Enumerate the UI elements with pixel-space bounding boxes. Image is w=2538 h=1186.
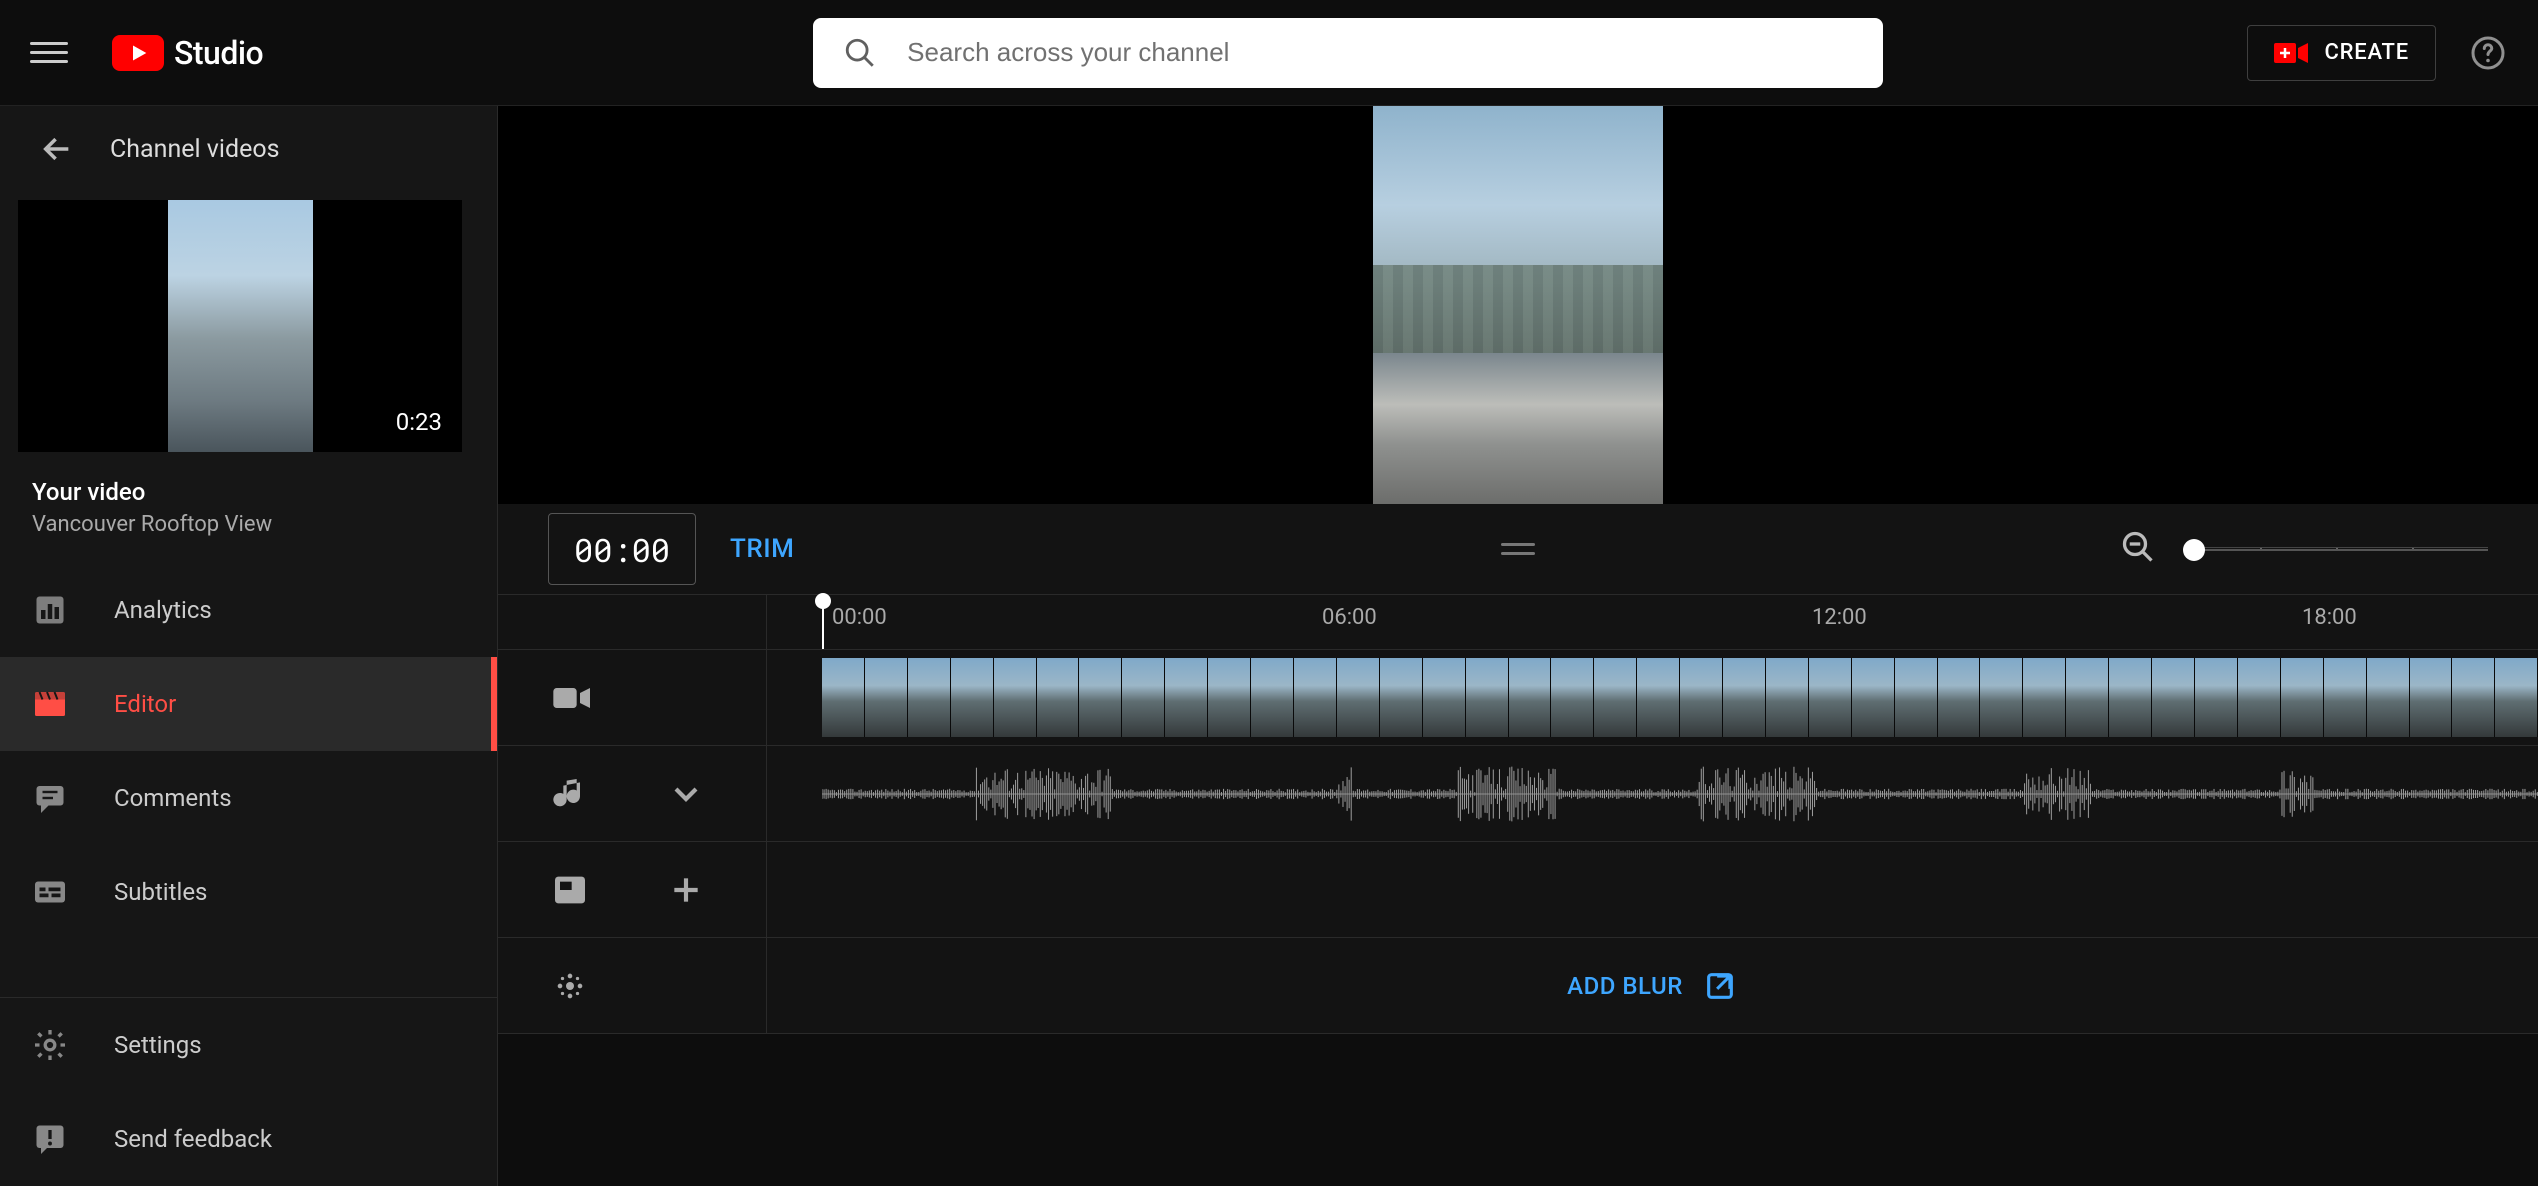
ruler-tick: 06:00 xyxy=(1322,605,1377,630)
zoom-slider[interactable] xyxy=(2184,547,2488,551)
track-head-blur xyxy=(498,938,766,1034)
search-icon xyxy=(843,36,877,70)
breadcrumb[interactable]: Channel videos xyxy=(0,106,497,192)
sidebar-item-comments[interactable]: Comments xyxy=(0,751,497,845)
track-head-endscreen xyxy=(498,842,766,938)
sidebar: Channel videos 0:23 Your video Vancouver… xyxy=(0,106,498,1186)
sidebar-item-analytics[interactable]: Analytics xyxy=(0,563,497,657)
timeline: 00:00 06:00 12:00 18:00 xyxy=(498,594,2538,1034)
create-button[interactable]: CREATE xyxy=(2247,25,2436,81)
video-thumbnail[interactable]: 0:23 xyxy=(18,200,462,452)
playhead[interactable] xyxy=(822,595,824,649)
video-track[interactable] xyxy=(766,650,2538,746)
endscreen-track[interactable] xyxy=(766,842,2538,938)
settings-icon xyxy=(32,1027,68,1063)
create-label: CREATE xyxy=(2324,40,2409,65)
trim-button[interactable]: TRIM xyxy=(730,534,794,564)
feedback-icon xyxy=(32,1121,68,1157)
search-bar[interactable] xyxy=(813,18,1883,88)
waveform xyxy=(822,759,2538,829)
sidebar-item-subtitles[interactable]: Subtitles xyxy=(0,845,497,939)
sidebar-item-feedback[interactable]: Send feedback xyxy=(0,1092,497,1186)
sidebar-item-settings[interactable]: Settings xyxy=(0,998,497,1092)
editor-panel: 00:00 TRIM xyxy=(498,106,2538,1186)
video-title: Vancouver Rooftop View xyxy=(32,512,465,537)
audio-track-icon xyxy=(550,774,590,814)
thumbnail-image xyxy=(168,200,313,452)
ruler-tick: 00:00 xyxy=(832,605,887,630)
timecode-input[interactable]: 00:00 xyxy=(548,513,696,585)
add-blur-button[interactable]: ADD BLUR xyxy=(1567,972,1683,1000)
sidebar-item-label: Subtitles xyxy=(114,878,207,906)
audio-expand-button[interactable] xyxy=(666,774,706,814)
blur-track-icon xyxy=(550,966,590,1006)
menu-button[interactable] xyxy=(30,34,68,72)
help-button[interactable] xyxy=(2468,33,2508,73)
track-head-video xyxy=(498,650,766,746)
create-icon xyxy=(2274,40,2308,66)
track-head-audio xyxy=(498,746,766,842)
comments-icon xyxy=(32,780,68,816)
zoom-out-button[interactable] xyxy=(2120,529,2156,569)
audio-track[interactable] xyxy=(766,746,2538,842)
resize-handle-icon[interactable] xyxy=(1501,543,1535,555)
help-icon xyxy=(2470,35,2506,71)
external-link-icon[interactable] xyxy=(1703,969,1737,1003)
back-arrow-icon[interactable] xyxy=(40,132,74,166)
timeline-ruler[interactable]: 00:00 06:00 12:00 18:00 xyxy=(766,594,2538,650)
endscreen-add-button[interactable] xyxy=(666,870,706,910)
sidebar-item-label: Comments xyxy=(114,784,232,812)
sidebar-item-label: Settings xyxy=(114,1031,202,1059)
editor-icon xyxy=(32,686,68,722)
logo[interactable]: Studio xyxy=(112,34,263,72)
subtitles-icon xyxy=(32,874,68,910)
search-input[interactable] xyxy=(907,37,1853,68)
sidebar-item-label: Send feedback xyxy=(114,1125,272,1153)
youtube-icon xyxy=(112,35,164,71)
video-track-icon xyxy=(550,678,590,718)
zoom-out-icon xyxy=(2120,529,2156,565)
sidebar-item-label: Analytics xyxy=(114,596,212,624)
ruler-tick: 12:00 xyxy=(1812,605,1867,630)
breadcrumb-label: Channel videos xyxy=(110,135,280,164)
zoom-slider-knob[interactable] xyxy=(2183,539,2205,561)
ruler-tick: 18:00 xyxy=(2302,605,2357,630)
brand-name: Studio xyxy=(174,34,263,72)
analytics-icon xyxy=(32,592,68,628)
blur-track[interactable]: ADD BLUR xyxy=(766,938,2538,1034)
thumbnail-duration: 0:23 xyxy=(396,408,442,436)
endscreen-track-icon xyxy=(550,870,590,910)
preview-frame xyxy=(1373,106,1663,504)
sidebar-item-label: Editor xyxy=(114,690,176,718)
sidebar-item-editor[interactable]: Editor xyxy=(0,657,497,751)
video-meta-label: Your video xyxy=(32,478,465,506)
video-preview[interactable] xyxy=(498,106,2538,504)
